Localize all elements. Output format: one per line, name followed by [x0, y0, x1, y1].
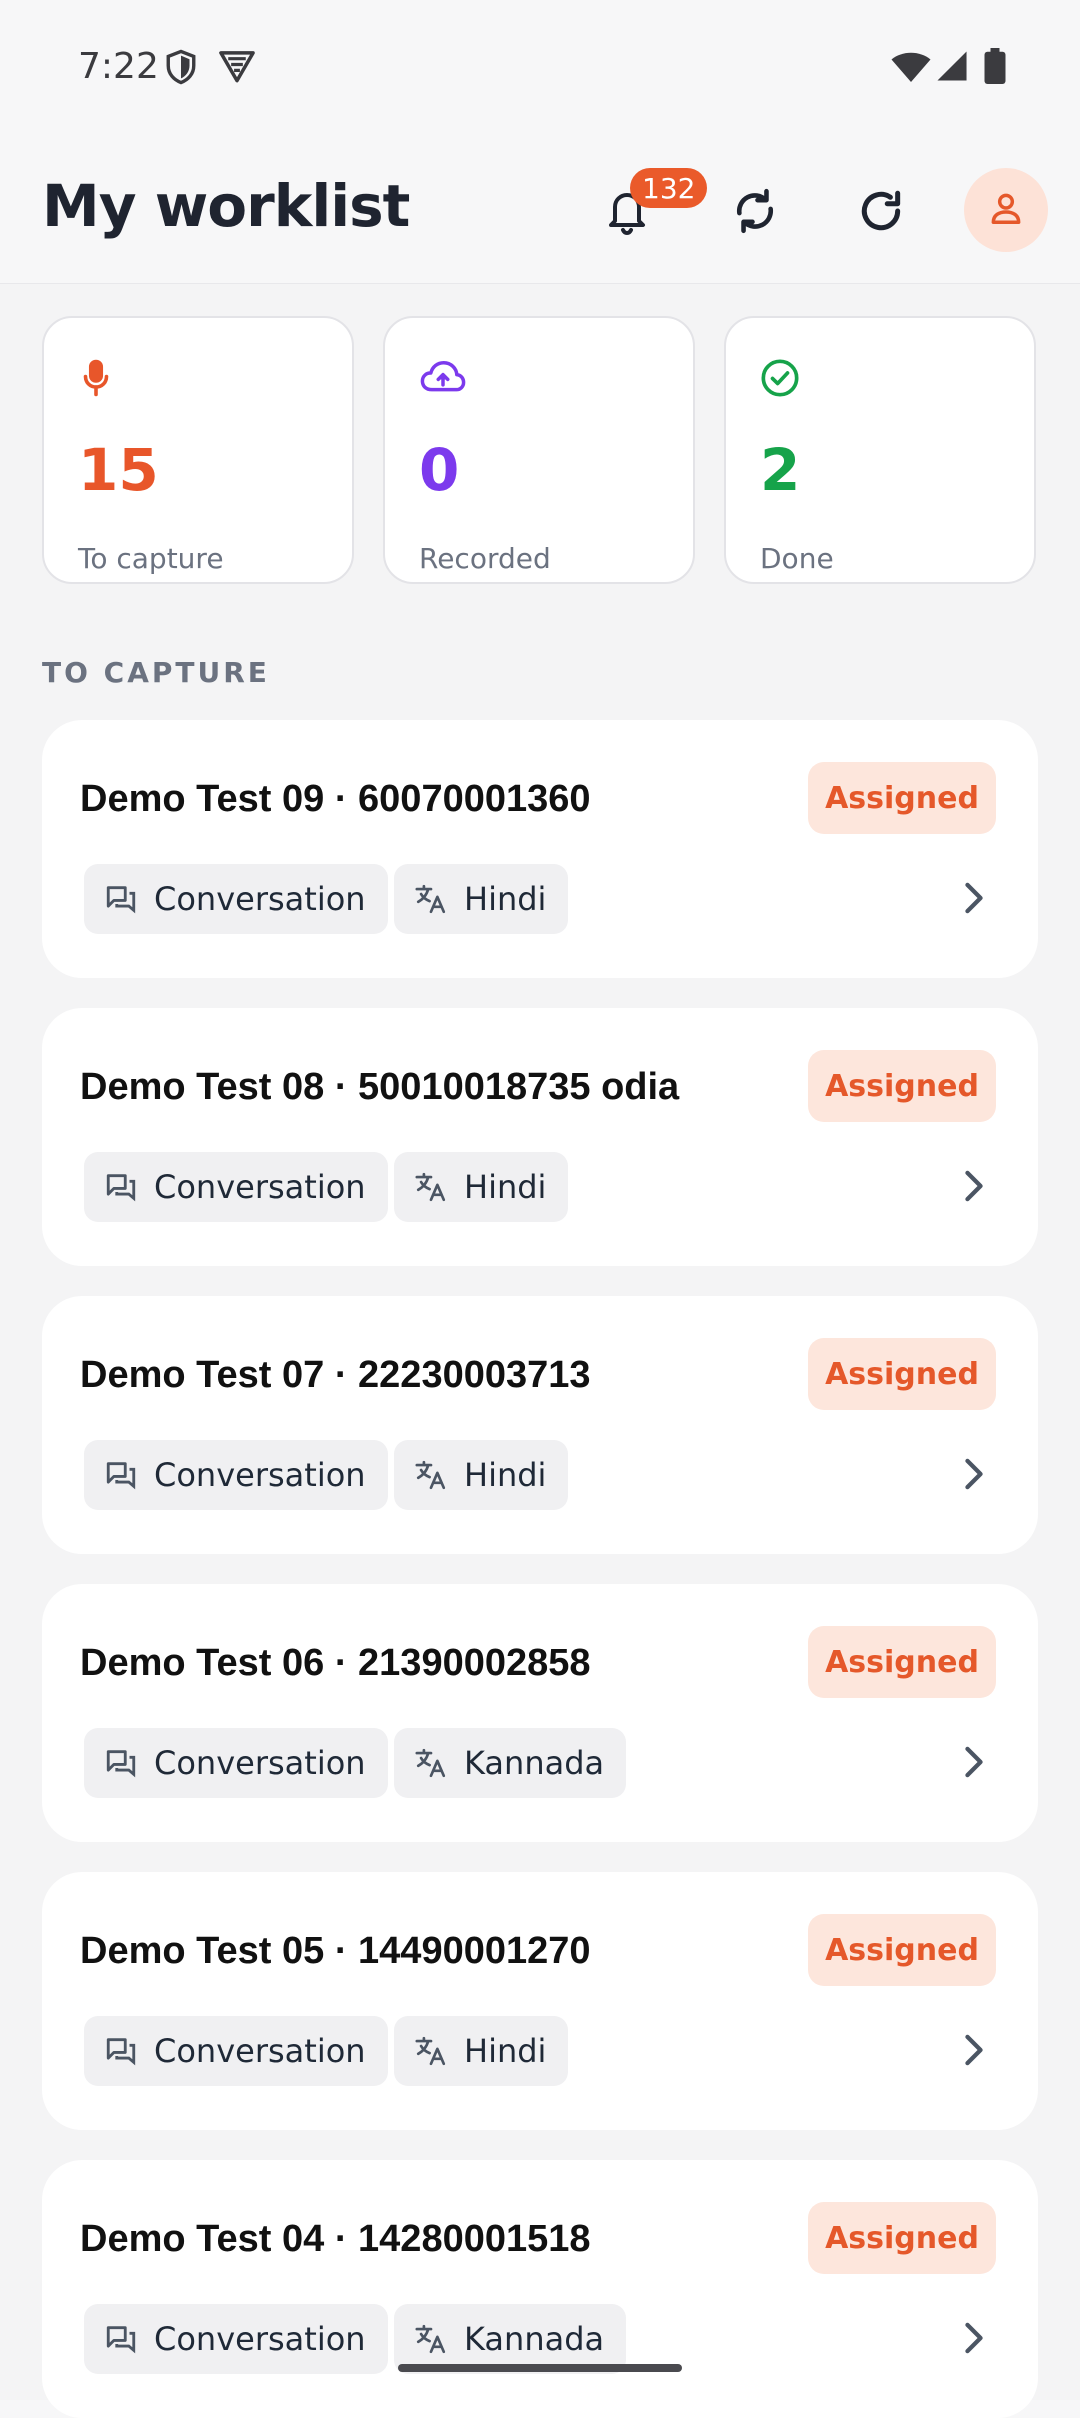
type-chip: Conversation [84, 1152, 388, 1222]
worklist-item[interactable]: Demo Test 09 · 60070001360 Assigned Conv… [42, 720, 1038, 978]
translate-icon [414, 1746, 448, 1780]
stat-label: To capture [78, 542, 224, 575]
chevron-right-icon [962, 2320, 986, 2361]
type-chip: Conversation [84, 864, 388, 934]
status-badge: Assigned [808, 2202, 996, 2274]
profile-button[interactable] [964, 168, 1048, 252]
language-chip: Hindi [394, 864, 569, 934]
chip-label: Conversation [154, 880, 366, 918]
translate-icon [414, 2034, 448, 2068]
type-chip: Conversation [84, 2304, 388, 2374]
stat-label: Done [760, 542, 834, 575]
microphone-icon [78, 358, 114, 403]
item-title: Demo Test 05 · 14490001270 [80, 1930, 591, 1972]
user-icon [987, 189, 1025, 232]
section-heading: TO CAPTURE [42, 656, 270, 689]
chip-label: Conversation [154, 2320, 366, 2358]
shield-icon [164, 48, 198, 91]
chat-icon [104, 1458, 138, 1492]
chip-label: Conversation [154, 1168, 366, 1206]
chat-icon [104, 882, 138, 916]
stat-value: 2 [760, 436, 801, 504]
sync-icon [730, 186, 780, 241]
type-chip: Conversation [84, 1440, 388, 1510]
status-badge: Assigned [808, 762, 996, 834]
item-title: Demo Test 06 · 21390002858 [80, 1642, 591, 1684]
translate-icon [414, 1170, 448, 1204]
wifi-icon [890, 50, 932, 89]
stat-value: 15 [78, 436, 159, 504]
language-chip: Hindi [394, 2016, 569, 2086]
sync-button[interactable] [720, 178, 790, 248]
language-chip: Kannada [394, 1728, 627, 1798]
stat-label: Recorded [419, 542, 551, 575]
notification-count-badge: 132 [630, 168, 708, 208]
worklist-item[interactable]: Demo Test 07 · 22230003713 Assigned Conv… [42, 1296, 1038, 1554]
chip-label: Kannada [464, 1744, 605, 1782]
chip-label: Hindi [464, 1168, 547, 1206]
language-chip: Hindi [394, 1152, 569, 1222]
chevron-right-icon [962, 1744, 986, 1785]
chip-label: Conversation [154, 1744, 366, 1782]
type-chip: Conversation [84, 1728, 388, 1798]
worklist-content: 15 To capture 0 Recorded 2 Done TO CAPTU… [0, 284, 1080, 2418]
translate-icon [414, 882, 448, 916]
chat-icon [104, 1170, 138, 1204]
refresh-button[interactable] [846, 178, 916, 248]
home-gesture-bar[interactable] [398, 2364, 682, 2372]
chip-label: Hindi [464, 1456, 547, 1494]
chevron-right-icon [962, 880, 986, 921]
item-title: Demo Test 04 · 14280001518 [80, 2218, 591, 2260]
worklist-item[interactable]: Demo Test 06 · 21390002858 Assigned Conv… [42, 1584, 1038, 1842]
page-title: My worklist [42, 172, 410, 240]
worklist-item[interactable]: Demo Test 05 · 14490001270 Assigned Conv… [42, 1872, 1038, 2130]
status-badge: Assigned [808, 1914, 996, 1986]
status-badge: Assigned [808, 1050, 996, 1122]
stat-card-recorded[interactable]: 0 Recorded [383, 316, 695, 584]
refresh-icon [856, 186, 906, 241]
translate-icon [414, 1458, 448, 1492]
chip-label: Hindi [464, 2032, 547, 2070]
cloud-upload-icon [419, 358, 467, 401]
chip-label: Hindi [464, 880, 547, 918]
chevron-right-icon [962, 1168, 986, 1209]
item-title: Demo Test 07 · 22230003713 [80, 1354, 591, 1396]
stat-value: 0 [419, 436, 460, 504]
type-chip: Conversation [84, 2016, 388, 2086]
chat-icon [104, 2322, 138, 2356]
chevron-right-icon [962, 1456, 986, 1497]
status-bar: 7:22 [0, 0, 1080, 140]
app-header: My worklist 132 [0, 140, 1080, 283]
chip-label: Kannada [464, 2320, 605, 2358]
chat-icon [104, 1746, 138, 1780]
vpn-icon [218, 48, 256, 89]
translate-icon [414, 2322, 448, 2356]
stat-card-to-capture[interactable]: 15 To capture [42, 316, 354, 584]
status-badge: Assigned [808, 1338, 996, 1410]
check-circle-icon [760, 358, 800, 403]
cellular-signal-icon [936, 50, 968, 87]
item-title: Demo Test 09 · 60070001360 [80, 778, 591, 820]
worklist-item[interactable]: Demo Test 08 · 50010018735 odia Assigned… [42, 1008, 1038, 1266]
chevron-right-icon [962, 2032, 986, 2073]
status-time: 7:22 [78, 46, 159, 87]
language-chip: Hindi [394, 1440, 569, 1510]
chip-label: Conversation [154, 1456, 366, 1494]
item-title: Demo Test 08 · 50010018735 odia [80, 1066, 680, 1108]
stat-card-done[interactable]: 2 Done [724, 316, 1036, 584]
chat-icon [104, 2034, 138, 2068]
chip-label: Conversation [154, 2032, 366, 2070]
worklist-item[interactable]: Demo Test 04 · 14280001518 Assigned Conv… [42, 2160, 1038, 2418]
status-badge: Assigned [808, 1626, 996, 1698]
battery-icon [984, 48, 1006, 89]
